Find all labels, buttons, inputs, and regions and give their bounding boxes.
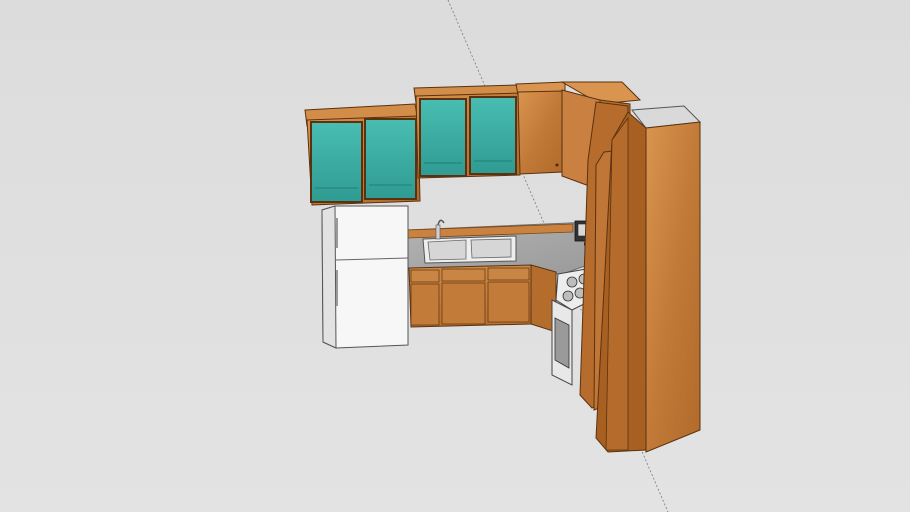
refrigerator[interactable]	[321, 205, 409, 349]
upper-cabinet-glass-left[interactable]	[304, 103, 421, 206]
modeling-viewport[interactable]	[0, 0, 910, 512]
double-sink[interactable]	[422, 235, 517, 264]
upper-cabinet-solid[interactable]	[515, 81, 566, 175]
kitchen-model-scene[interactable]	[0, 0, 910, 512]
base-cabinets[interactable]	[408, 264, 557, 333]
tall-pantry-cabinet[interactable]	[595, 105, 702, 453]
upper-cabinet-glass-middle[interactable]	[413, 84, 521, 179]
